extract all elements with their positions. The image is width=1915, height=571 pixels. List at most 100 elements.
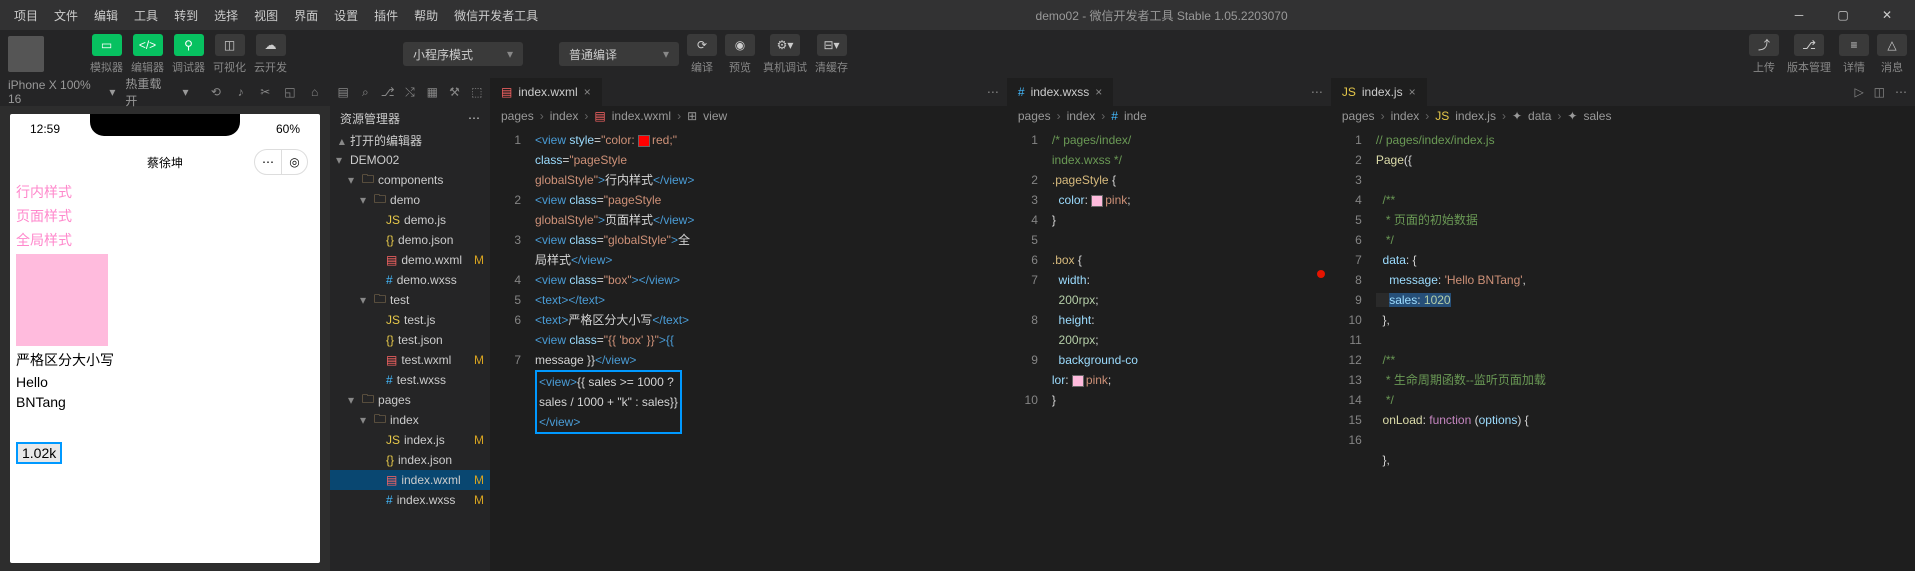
file-demo.js[interactable]: JSdemo.js [330,210,490,230]
breadcrumb-2[interactable]: pages› index› #inde [1008,106,1331,126]
dots-icon[interactable]: ⋯ [1895,85,1907,99]
code-area-1[interactable]: 1 2 3 456 7 <view style="color: red;" cl… [491,126,1007,571]
file-index.js[interactable]: JSindex.jsM [330,430,490,450]
pink-swatch [1091,195,1103,207]
global-style-text: 全局样式 [10,228,320,252]
join-icon[interactable]: ⤭ [403,83,417,101]
simulator-panel: iPhone X 100% 16 ▾ 热重载 开 ▾ ⟲ ♪ ✂ ◱ ⌂ 12:… [0,78,330,571]
version-button[interactable]: ⎇ [1794,34,1824,56]
toolbar: ▭模拟器 </>编辑器 ⚲调试器 ◫可视化 ☁云开发 小程序模式▾ 普通编译▾ … [0,30,1915,78]
menu-plugin[interactable]: 插件 [368,7,404,24]
device-label[interactable]: iPhone X 100% 16 [8,78,99,106]
details-button[interactable]: ≡ [1839,34,1869,56]
clear-cache-button[interactable]: ⊟▾ [817,34,847,56]
rotate-icon[interactable]: ⟲ [209,84,224,100]
capsule[interactable]: ⋯◎ [254,149,308,175]
menu-settings[interactable]: 设置 [328,7,364,24]
menu-interface[interactable]: 界面 [288,7,324,24]
file-test.js[interactable]: JStest.js [330,310,490,330]
avatar[interactable] [8,36,44,72]
menu-help[interactable]: 帮助 [408,7,444,24]
sales-display: 1.02k [16,442,62,464]
toolbox-icon[interactable]: ⚒ [447,83,461,101]
editor-wxml: ▤index.wxml× ⋯ pages› index› ▤index.wxml… [490,78,1007,571]
tab-index-wxss[interactable]: #index.wxss× [1008,78,1113,106]
dots-icon[interactable]: ⋯ [987,85,999,99]
tab-bar-1: ▤index.wxml× ⋯ [491,78,1007,106]
cube-icon[interactable]: ⬚ [470,83,484,101]
menu-tool[interactable]: 工具 [128,7,164,24]
titlebar: 项目 文件 编辑 工具 转到 选择 视图 界面 设置 插件 帮助 微信开发者工具… [0,0,1915,30]
menu-goto[interactable]: 转到 [168,7,204,24]
popout-icon[interactable]: ◱ [283,84,298,100]
simulator-button[interactable]: ▭ [92,34,122,56]
tab-index-js[interactable]: JS index.js× [1332,78,1427,106]
strict-text: 严格区分大小写 [10,348,320,372]
menu-file[interactable]: 文件 [48,7,84,24]
project-root[interactable]: ▾DEMO02 [330,150,490,170]
minimize-button[interactable]: ─ [1779,0,1819,30]
file-test.wxss[interactable]: #test.wxss [330,370,490,390]
breadcrumb-1[interactable]: pages› index› ▤index.wxml› ⊞view [491,106,1007,126]
editor-group: ▤index.wxml× ⋯ pages› index› ▤index.wxml… [490,78,1915,571]
code-area-3[interactable]: 12345678910111213141516 // pages/index/i… [1332,126,1915,571]
maximize-button[interactable]: ▢ [1823,0,1863,30]
grid-icon[interactable]: ▦ [425,83,439,101]
branch-icon[interactable]: ⎇ [381,83,395,101]
folder-index[interactable]: ▾🗀index [330,410,490,430]
close-button[interactable]: ✕ [1867,0,1907,30]
upload-button[interactable]: ⤴ [1749,34,1779,56]
more-icon[interactable]: ⋯ [468,111,480,125]
file-index.json[interactable]: {}index.json [330,450,490,470]
cloud-button[interactable]: ☁ [256,34,286,56]
visualizer-button[interactable]: ◫ [215,34,245,56]
menu-project[interactable]: 项目 [8,7,44,24]
page-style-text: 页面样式 [10,204,320,228]
file-demo.wxml[interactable]: ▤demo.wxmlM [330,250,490,270]
file-demo.json[interactable]: {}demo.json [330,230,490,250]
breadcrumb-3[interactable]: pages› index› JS index.js› ✦data› ✦sales [1332,106,1915,126]
menu-devtools[interactable]: 微信开发者工具 [448,7,544,24]
explorer-panel: ▤ ⌕ ⎇ ⤭ ▦ ⚒ ⬚ 资源管理器 ⋯ ▸打开的编辑器 ▾DEMO02 ▾🗀… [330,78,490,571]
folder-demo[interactable]: ▾🗀demo [330,190,490,210]
home-icon[interactable]: ⌂ [307,84,322,100]
run-icon[interactable]: ▷ [1854,85,1863,99]
explorer-header: 资源管理器 ⋯ [330,106,490,130]
folder-test[interactable]: ▾🗀test [330,290,490,310]
phone-frame: 12:59 60% 蔡徐坤 ⋯◎ 行内样式 页面样式 全局样式 严格区分大小写 … [10,114,320,563]
compile-button[interactable]: ⟳ [687,34,717,56]
code-area-2[interactable]: 1 234567 8 9 10 /* pages/index/ index.wx… [1008,126,1331,571]
file-index.wxml[interactable]: ▤index.wxmlM [330,470,490,490]
menu-select[interactable]: 选择 [208,7,244,24]
simulator-header: iPhone X 100% 16 ▾ 热重载 开 ▾ ⟲ ♪ ✂ ◱ ⌂ [0,78,330,106]
split-icon[interactable]: ◫ [1874,85,1885,99]
compile-mode-dropdown[interactable]: 普通编译▾ [559,42,679,66]
activity-bar: ▤ ⌕ ⎇ ⤭ ▦ ⚒ ⬚ [330,78,490,106]
folder-pages[interactable]: ▾🗀pages [330,390,490,410]
debugger-button[interactable]: ⚲ [174,34,204,56]
menu-edit[interactable]: 编辑 [88,7,124,24]
pink-swatch [1072,375,1084,387]
open-editors-section[interactable]: ▸打开的编辑器 [330,130,490,150]
tab-index-wxml[interactable]: ▤index.wxml× [491,78,602,106]
hotreload-label[interactable]: 热重载 开 [125,78,172,109]
audio-icon[interactable]: ♪ [233,84,248,100]
mode-dropdown[interactable]: 小程序模式▾ [403,42,523,66]
file-test.json[interactable]: {}test.json [330,330,490,350]
dots-icon[interactable]: ⋯ [1311,85,1323,99]
editor-button[interactable]: </> [133,34,163,56]
search-icon[interactable]: ⌕ [358,83,372,101]
folder-components[interactable]: ▾🗀components [330,170,490,190]
remote-debug-button[interactable]: ⚙▾ [770,34,800,56]
error-dot[interactable] [1317,270,1325,278]
file-index.wxss[interactable]: #index.wxssM [330,490,490,510]
file-test.wxml[interactable]: ▤test.wxmlM [330,350,490,370]
preview-button[interactable]: ◉ [725,34,755,56]
file-demo.wxss[interactable]: #demo.wxss [330,270,490,290]
files-icon[interactable]: ▤ [336,83,350,101]
notify-button[interactable]: △ [1877,34,1907,56]
phone-time: 12:59 [30,122,60,136]
cut-icon[interactable]: ✂ [258,84,273,100]
phone-body: 行内样式 页面样式 全局样式 严格区分大小写 Hello BNTang 1.02… [10,180,320,464]
menu-view[interactable]: 视图 [248,7,284,24]
